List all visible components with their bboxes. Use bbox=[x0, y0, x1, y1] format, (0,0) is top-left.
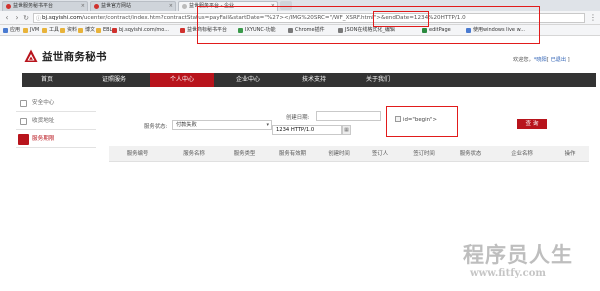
nav-about-us[interactable]: 关于我们 bbox=[346, 73, 410, 87]
welcome-bracket: ] bbox=[566, 57, 570, 63]
bookmark-label: JVM bbox=[30, 27, 40, 33]
bookmark-label: 博文 bbox=[85, 27, 96, 33]
sidebar-item-label: 安全中心 bbox=[32, 100, 55, 106]
page-info-icon: ⓘ bbox=[36, 16, 42, 22]
page-favicon-icon bbox=[182, 4, 187, 9]
col-valid-period: 服务有效期 bbox=[279, 151, 306, 157]
col-service-id: 服务编号 bbox=[126, 151, 149, 157]
bookmark-icon bbox=[60, 28, 65, 33]
welcome-text: 欢迎您， bbox=[513, 57, 534, 63]
address-icon bbox=[20, 118, 27, 125]
bookmark-icon bbox=[42, 28, 47, 33]
calendar-icon[interactable]: ▦ bbox=[342, 125, 351, 135]
bookmark-label: bj.sqyishi.com/mo... bbox=[119, 27, 170, 33]
bookmark-item[interactable]: EBL bbox=[96, 26, 112, 35]
browser-tab-0[interactable]: 益世服务秘书平台 × bbox=[2, 1, 88, 11]
start-date-input[interactable] bbox=[316, 111, 381, 121]
highlight-box-injected bbox=[386, 106, 458, 137]
status-select-value: 付款失败 bbox=[176, 122, 197, 128]
sidebar-item-label: 服务期限 bbox=[32, 136, 55, 142]
bookmark-icon bbox=[78, 28, 83, 33]
nav-company-center[interactable]: 企业中心 bbox=[216, 73, 280, 87]
bookmark-icon bbox=[23, 28, 28, 33]
col-service-name: 服务名称 bbox=[183, 151, 205, 157]
logo-text: 益世商务秘书 bbox=[42, 51, 107, 63]
col-actions: 操作 bbox=[564, 151, 576, 157]
col-signer: 签订人 bbox=[371, 151, 389, 157]
browser-menu-icon[interactable]: ⋮ bbox=[589, 13, 597, 22]
status-select[interactable]: 付款失败 ▾ bbox=[172, 120, 272, 130]
nav-home[interactable]: 首页 bbox=[22, 73, 72, 87]
browser-tab-1[interactable]: 益世官方网站 × bbox=[90, 1, 176, 11]
bookmark-icon bbox=[112, 28, 117, 33]
sidebar-item-address[interactable]: 收货地址 bbox=[16, 113, 96, 130]
end-date-input[interactable]: 1234 HTTP/1.0 bbox=[272, 125, 342, 135]
chevron-down-icon: ▾ bbox=[266, 122, 269, 128]
col-created-time: 创建时间 bbox=[328, 151, 350, 157]
bookmark-item[interactable]: 资料 bbox=[60, 26, 77, 35]
tab-label: 益世服务秘书平台 bbox=[13, 3, 54, 9]
bookmark-label: EBL bbox=[103, 27, 113, 33]
bookmark-icon bbox=[180, 28, 185, 33]
col-sign-time: 签订时间 bbox=[413, 151, 435, 157]
back-arrow-icon[interactable]: ‹ bbox=[3, 14, 11, 22]
shield-icon bbox=[20, 100, 27, 107]
bookmark-item[interactable]: 工具 bbox=[42, 26, 59, 35]
site-favicon-icon bbox=[6, 4, 11, 9]
status-label: 服务状态: bbox=[144, 124, 168, 130]
reload-icon[interactable]: ↻ bbox=[22, 14, 30, 22]
date-label: 创建日期: bbox=[286, 115, 310, 121]
bookmark-item[interactable]: 博文 bbox=[78, 26, 95, 35]
username-link[interactable]: *晓阳 bbox=[534, 57, 547, 63]
welcome-bar: 欢迎您，*晓阳[ 已退出 ] bbox=[513, 56, 570, 63]
highlight-box-url-fragment bbox=[373, 11, 429, 27]
bookmark-icon bbox=[3, 28, 8, 33]
forward-arrow-icon[interactable]: › bbox=[13, 14, 21, 22]
logo-icon bbox=[24, 49, 38, 62]
document-icon bbox=[18, 134, 29, 145]
bookmark-label: 工具 bbox=[49, 27, 60, 33]
bookmark-label: 资料 bbox=[67, 27, 78, 33]
tab-label: 益世官方网站 bbox=[101, 3, 132, 9]
bookmark-item[interactable]: 应用 bbox=[3, 26, 20, 35]
highlight-box-url bbox=[197, 6, 540, 44]
bookmark-item[interactable]: JVM bbox=[23, 26, 39, 35]
nav-license-service[interactable]: 证照服务 bbox=[82, 73, 146, 87]
col-service-type: 服务类型 bbox=[233, 151, 256, 157]
sidebar-item-label: 收货地址 bbox=[32, 118, 55, 124]
main-nav: 首页 证照服务 个人中心 企业中心 技术支持 关于我们 bbox=[22, 73, 596, 87]
bookmark-label: 应用 bbox=[10, 27, 21, 33]
table-header: 服务编号 服务名称 服务类型 服务有效期 创建时间 签订人 签订时间 服务状态 … bbox=[109, 146, 589, 162]
watermark-url: www.fitfy.com bbox=[470, 268, 546, 279]
bookmark-item[interactable]: bj.sqyishi.com/mo... bbox=[112, 26, 169, 35]
close-tab-icon[interactable]: × bbox=[81, 2, 85, 11]
sidebar-item-security[interactable]: 安全中心 bbox=[16, 95, 96, 112]
bookmark-icon bbox=[96, 28, 101, 33]
url-host: bj.sqyishi.com bbox=[42, 15, 82, 21]
close-tab-icon[interactable]: × bbox=[169, 2, 173, 11]
sidebar-item-service-term[interactable]: 服务期限 bbox=[16, 131, 96, 148]
logout-link[interactable]: 已退出 bbox=[550, 57, 566, 63]
col-service-status: 服务状态 bbox=[459, 151, 482, 157]
site-favicon-icon bbox=[94, 4, 99, 9]
query-button[interactable]: 查 询 bbox=[517, 119, 547, 129]
nav-tech-support[interactable]: 技术支持 bbox=[282, 73, 346, 87]
col-company-name: 企业名称 bbox=[511, 151, 533, 157]
website-page: 益世商务秘书 欢迎您，*晓阳[ 已退出 ] 首页 证照服务 个人中心 企业中心 … bbox=[0, 36, 600, 291]
watermark-text: 程序员人生 bbox=[463, 242, 573, 267]
nav-personal-center[interactable]: 个人中心 bbox=[150, 73, 214, 87]
